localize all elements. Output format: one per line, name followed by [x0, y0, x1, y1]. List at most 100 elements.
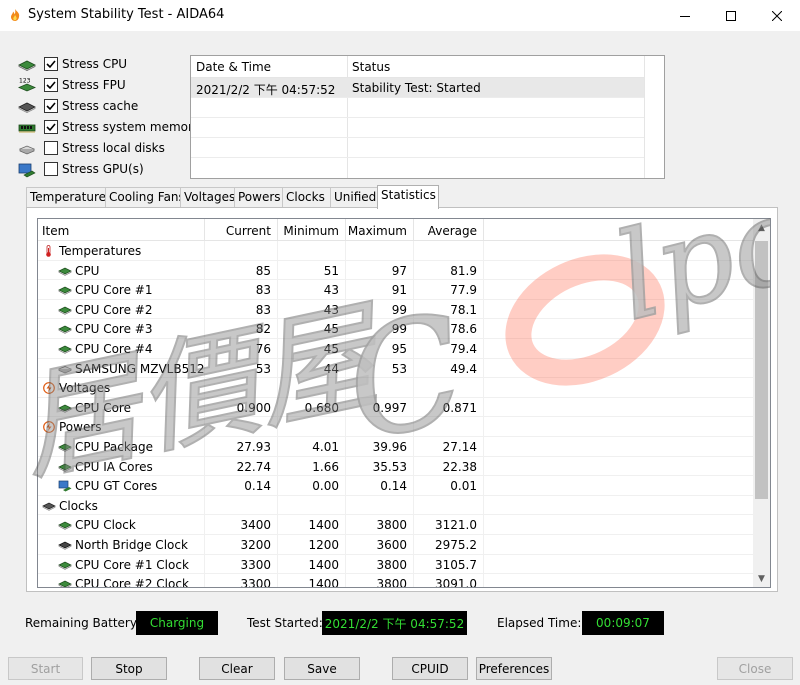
col-header-average[interactable]: Average: [414, 219, 484, 241]
statistics-grid[interactable]: Item Current Minimum Maximum Average Tem…: [37, 218, 771, 588]
table-row[interactable]: CPU GT Cores 0.14 0.00 0.14 0.01: [38, 476, 753, 496]
col-header-maximum[interactable]: Maximum: [346, 219, 414, 241]
cell-item: CPU Clock: [38, 515, 205, 535]
stress-memory-option[interactable]: Stress system memory: [18, 118, 201, 138]
table-row[interactable]: CPU Core #3 82 45 99 78.6: [38, 319, 753, 339]
save-button[interactable]: Save: [284, 657, 360, 680]
table-row[interactable]: CPU IA Cores 22.74 1.66 35.53 22.38: [38, 456, 753, 477]
fpu-123-icon: 123: [18, 78, 36, 92]
group-row[interactable]: Voltages: [38, 378, 753, 398]
cell-max: 99: [346, 319, 414, 339]
cell-item-label: CPU Core #1: [75, 283, 153, 298]
cell-min: 1200: [278, 535, 346, 555]
stress-cache-checkbox[interactable]: [44, 99, 58, 113]
table-row[interactable]: CPU Core #1 83 43 91 77.9: [38, 280, 753, 300]
tab-clocks[interactable]: Clocks: [282, 187, 331, 208]
stress-disks-checkbox[interactable]: [44, 141, 58, 155]
cell-avg: 27.14: [414, 437, 484, 457]
cell-item-label: CPU Clock: [75, 518, 136, 533]
table-row[interactable]: CPU Core #4 76 45 95 79.4: [38, 339, 753, 359]
cell-item: CPU IA Cores: [38, 456, 205, 477]
cell-max: 95: [346, 339, 414, 359]
cell-item: CPU Core: [38, 397, 205, 418]
cell-filler: [484, 555, 753, 575]
stress-gpu-option[interactable]: Stress GPU(s): [18, 160, 198, 180]
preferences-button[interactable]: Preferences: [476, 657, 552, 680]
cell-item-label: CPU Core #2 Clock: [75, 577, 189, 588]
table-row[interactable]: CPU Clock 3400 1400 3800 3121.0: [38, 515, 753, 535]
table-row[interactable]: North Bridge Clock 3200 1200 3600 2975.2: [38, 535, 753, 555]
cpuid-button[interactable]: CPUID: [392, 657, 468, 680]
table-row[interactable]: CPU Core #1 Clock 3300 1400 3800 3105.7: [38, 554, 753, 575]
minimize-button[interactable]: [662, 0, 708, 31]
power-icon: [43, 421, 55, 434]
stress-disks-option[interactable]: Stress local disks: [18, 139, 198, 159]
cell-filler: [484, 339, 753, 359]
cell-item: CPU Core #3: [38, 319, 205, 339]
stress-fpu-label: Stress FPU: [62, 78, 126, 92]
scroll-up-button[interactable]: ▲: [753, 219, 770, 236]
stress-memory-checkbox[interactable]: [44, 120, 58, 134]
close-window-button[interactable]: [754, 0, 800, 31]
cell-current: 53: [205, 358, 278, 379]
col-header-minimum[interactable]: Minimum: [278, 219, 346, 241]
cell-min: 43: [278, 299, 346, 320]
checkmark-icon: [46, 123, 56, 132]
tab-cooling-fans[interactable]: Cooling Fans: [105, 187, 185, 208]
stress-cache-option[interactable]: Stress cache: [18, 97, 198, 117]
scroll-down-button[interactable]: ▼: [753, 570, 770, 587]
tab-powers[interactable]: Powers: [234, 187, 283, 208]
tab-unified[interactable]: Unified: [330, 187, 378, 208]
cell-current: 83: [205, 299, 278, 320]
cell-current: 0.900: [205, 397, 278, 418]
table-row[interactable]: SAMSUNG MZVLB512... 53 44 53 49.4: [38, 358, 753, 379]
clock-icon: [42, 502, 56, 511]
stress-fpu-checkbox[interactable]: [44, 78, 58, 92]
cell-avg: 77.9: [414, 280, 484, 300]
stress-memory-label: Stress system memory: [62, 120, 201, 134]
cpu-chip-icon: [58, 345, 72, 354]
log-header-datetime[interactable]: Date & Time: [196, 60, 271, 74]
cell-current: 27.93: [205, 437, 278, 457]
table-row[interactable]: CPU Package 27.93 4.01 39.96 27.14: [38, 437, 753, 457]
cell-current: 85: [205, 260, 278, 281]
cell-current: [205, 378, 278, 398]
log-row[interactable]: 2021/2/2 下午 04:57:52 Stability Test: Sta…: [191, 78, 644, 98]
stress-gpu-checkbox[interactable]: [44, 162, 58, 176]
cell-current: 82: [205, 319, 278, 339]
table-row[interactable]: CPU Core #2 83 43 99 78.1: [38, 299, 753, 320]
cpu-chip-icon: [58, 286, 72, 295]
tab-statistics[interactable]: Statistics: [377, 185, 439, 209]
stop-button[interactable]: Stop: [91, 657, 167, 680]
cell-item: Clocks: [38, 495, 205, 516]
table-row[interactable]: CPU 85 51 97 81.9: [38, 260, 753, 281]
table-row[interactable]: CPU Core 0.900 0.680 0.997 0.871: [38, 397, 753, 418]
table-row[interactable]: CPU Core #2 Clock 3300 1400 3800 3091.0: [38, 574, 753, 588]
cell-min: [278, 417, 346, 437]
tab-voltages[interactable]: Voltages: [180, 187, 235, 208]
event-log-list[interactable]: Date & Time Status 2021/2/2 下午 04:57:52 …: [190, 55, 665, 179]
stress-cpu-option[interactable]: Stress CPU: [18, 55, 198, 75]
stress-fpu-option[interactable]: 123 Stress FPU: [18, 76, 198, 96]
disk-drive-icon: [58, 365, 72, 373]
cpu-chip-icon: [58, 443, 72, 452]
close-button[interactable]: Close: [717, 657, 793, 680]
cell-min: 45: [278, 319, 346, 339]
vertical-scrollbar[interactable]: ▲ ▼: [753, 219, 770, 587]
col-header-current[interactable]: Current: [205, 219, 278, 241]
cell-item-label: Clocks: [59, 498, 98, 513]
group-row[interactable]: Temperatures: [38, 241, 753, 261]
tab-temperatures[interactable]: Temperatures: [26, 187, 112, 208]
group-row[interactable]: Clocks: [38, 495, 753, 516]
group-row[interactable]: Powers: [38, 417, 753, 437]
stress-disks-label: Stress local disks: [62, 141, 165, 155]
log-header-status[interactable]: Status: [352, 60, 390, 74]
start-button[interactable]: Start: [8, 657, 83, 680]
maximize-button[interactable]: [708, 0, 754, 31]
cell-item: CPU Core #1: [38, 280, 205, 300]
stress-cpu-checkbox[interactable]: [44, 57, 58, 71]
col-header-item[interactable]: Item: [38, 219, 205, 241]
statistics-panel: Item Current Minimum Maximum Average Tem…: [26, 207, 778, 592]
scrollbar-thumb[interactable]: [755, 241, 768, 499]
clear-button[interactable]: Clear: [199, 657, 275, 680]
